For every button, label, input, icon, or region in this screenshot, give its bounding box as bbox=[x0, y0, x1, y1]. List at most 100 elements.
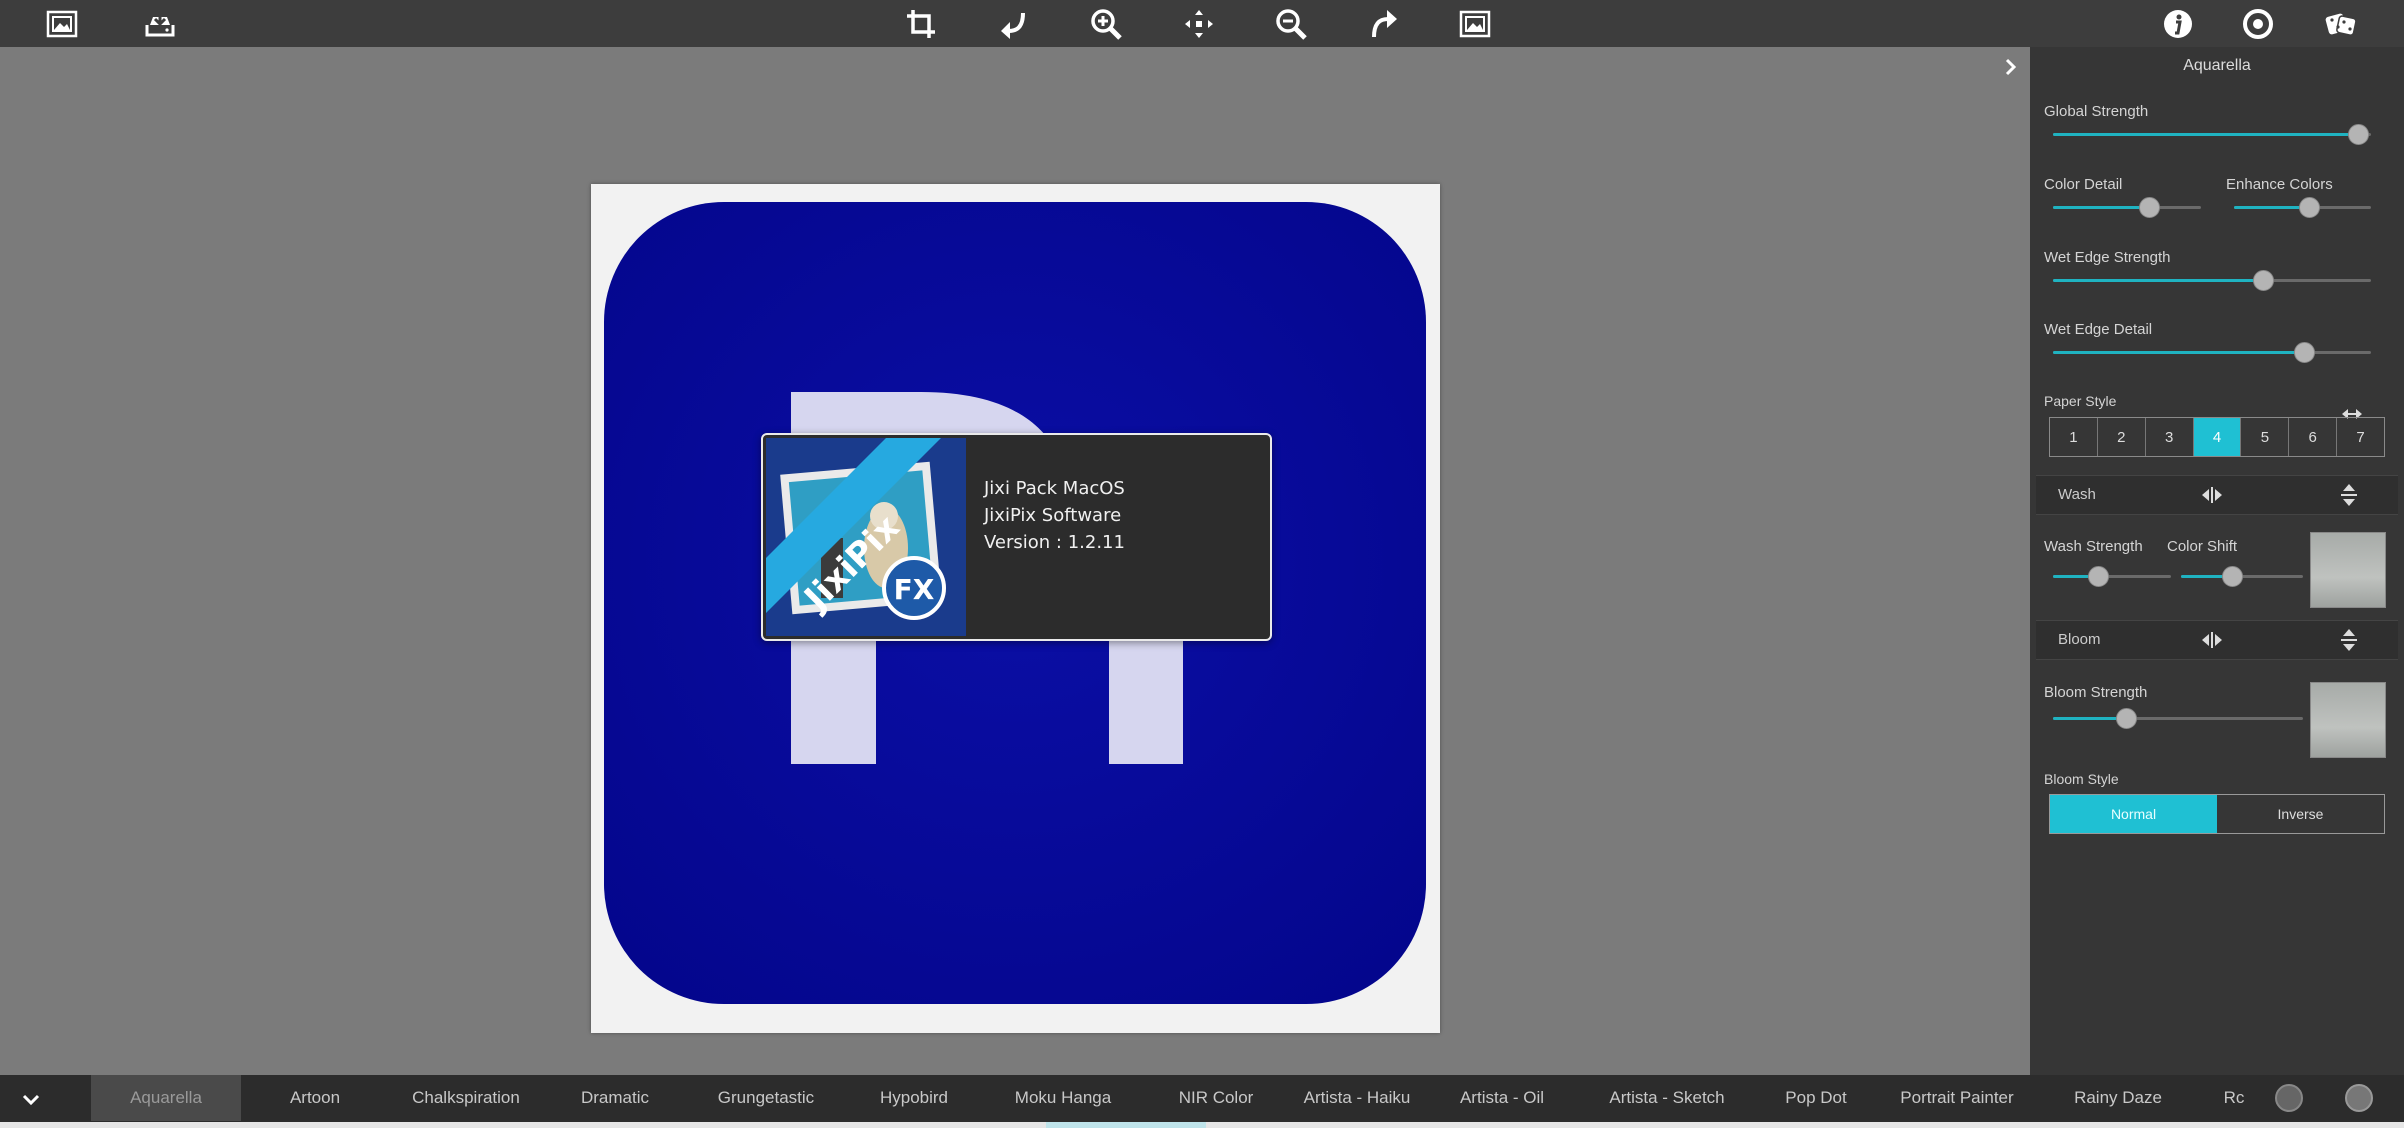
top-toolbar bbox=[0, 0, 2404, 47]
filter-dropdown-button[interactable] bbox=[16, 1085, 46, 1115]
slider-knob[interactable] bbox=[2139, 197, 2161, 218]
bloom-section-header[interactable]: Bloom bbox=[2036, 620, 2398, 660]
bloom-style-option-inverse[interactable]: Inverse bbox=[2217, 795, 2384, 833]
crop-icon bbox=[907, 10, 935, 38]
about-company: JixiPix Software bbox=[984, 505, 1122, 526]
wash-texture-thumbnail[interactable] bbox=[2310, 532, 2386, 608]
flip-horizontal-icon[interactable] bbox=[2201, 485, 2223, 505]
global-strength-label: Global Strength bbox=[2044, 103, 2149, 120]
filter-variant-dot[interactable] bbox=[2345, 1084, 2373, 1112]
zoom-in-icon bbox=[1091, 9, 1122, 40]
paper-style-option[interactable]: 2 bbox=[2098, 418, 2146, 456]
slider-knob[interactable] bbox=[2252, 270, 2274, 291]
bloom-strength-label: Bloom Strength bbox=[2044, 684, 2148, 701]
about-product: Jixi Pack MacOS bbox=[984, 478, 1125, 499]
panel-title: Aquarella bbox=[2183, 57, 2251, 74]
image-canvas[interactable]: JixiPix FX Jixi Pack MacOS JixiPix Softw… bbox=[0, 47, 2030, 1075]
filter-tab[interactable]: Grungetastic bbox=[692, 1075, 840, 1121]
slider-knob[interactable] bbox=[2115, 708, 2137, 729]
filter-tab[interactable]: NIR Color bbox=[1150, 1075, 1282, 1121]
filter-tab[interactable]: Rainy Daze bbox=[2053, 1075, 2183, 1121]
filter-tab[interactable]: Artoon bbox=[262, 1075, 368, 1121]
pan-button[interactable] bbox=[1180, 5, 1218, 43]
fit-image-button[interactable] bbox=[1456, 5, 1494, 43]
flip-vertical-icon[interactable] bbox=[2339, 483, 2359, 507]
filter-tab[interactable]: Artista - Oil bbox=[1441, 1075, 1563, 1121]
random-dice-icon bbox=[2325, 13, 2357, 36]
bloom-style-toggle: Normal Inverse bbox=[2049, 794, 2385, 834]
paper-style-option[interactable]: 5 bbox=[2241, 418, 2290, 456]
paper-style-label: Paper Style bbox=[2044, 393, 2117, 409]
undo-icon bbox=[1001, 12, 1025, 39]
fit-image-icon bbox=[1459, 10, 1491, 38]
open-image-button[interactable] bbox=[43, 5, 81, 43]
wash-strength-slider[interactable] bbox=[2053, 566, 2171, 587]
bloom-label: Bloom bbox=[2058, 631, 2101, 648]
filter-tab[interactable]: Hypobird bbox=[855, 1075, 973, 1121]
save-button[interactable] bbox=[141, 5, 179, 43]
undo-button[interactable] bbox=[995, 5, 1033, 43]
color-detail-label: Color Detail bbox=[2044, 176, 2123, 193]
flip-vertical-icon[interactable] bbox=[2339, 628, 2359, 652]
wash-strength-label: Wash Strength bbox=[2044, 538, 2143, 555]
slider-knob[interactable] bbox=[2294, 342, 2316, 363]
filter-tab[interactable]: Artista - Sketch bbox=[1583, 1075, 1751, 1121]
slider-knob[interactable] bbox=[2348, 124, 2370, 145]
chevron-right-icon bbox=[2005, 58, 2017, 76]
bloom-strength-slider[interactable] bbox=[2053, 708, 2303, 729]
wash-section-header[interactable]: Wash bbox=[2036, 475, 2398, 515]
crop-button[interactable] bbox=[902, 5, 940, 43]
filter-bar: Aquarella Artoon Chalkspiration Dramatic Gru… bbox=[0, 1075, 2404, 1128]
bloom-style-option-normal[interactable]: Normal bbox=[2050, 795, 2217, 833]
filter-variant-dot[interactable] bbox=[2275, 1084, 2303, 1112]
jixipix-logo: JixiPix FX bbox=[763, 438, 966, 636]
paper-style-option[interactable]: 1 bbox=[2050, 418, 2098, 456]
filter-tab[interactable]: Artista - Haiku bbox=[1282, 1075, 1432, 1121]
filter-tab[interactable]: Dramatic bbox=[561, 1075, 669, 1121]
color-shift-label: Color Shift bbox=[2167, 538, 2238, 555]
bloom-style-label: Bloom Style bbox=[2044, 771, 2119, 787]
slider-knob[interactable] bbox=[2222, 566, 2244, 587]
collapse-panel-button[interactable] bbox=[1998, 54, 2024, 80]
paper-style-option[interactable]: 3 bbox=[2146, 418, 2194, 456]
paper-style-option[interactable]: 7 bbox=[2337, 418, 2384, 456]
filter-tab[interactable]: Pop Dot bbox=[1753, 1075, 1879, 1121]
filter-tab[interactable]: Chalkspiration bbox=[394, 1075, 538, 1121]
bloom-texture-thumbnail[interactable] bbox=[2310, 682, 2386, 758]
color-detail-slider[interactable] bbox=[2053, 197, 2201, 218]
open-image-icon bbox=[46, 10, 78, 38]
wet-edge-detail-label: Wet Edge Detail bbox=[2044, 321, 2153, 338]
paper-style-option[interactable]: 4 bbox=[2193, 418, 2242, 456]
filter-tab[interactable]: Aquarella bbox=[91, 1075, 241, 1121]
settings-panel: Aquarella Global Strength Color Detail E… bbox=[2030, 47, 2404, 1075]
info-icon bbox=[2164, 10, 2192, 38]
redo-button[interactable] bbox=[1364, 5, 1402, 43]
global-strength-slider[interactable] bbox=[2053, 124, 2371, 145]
scrollbar-thumb[interactable] bbox=[1046, 1122, 1206, 1128]
redo-icon bbox=[1372, 10, 1397, 38]
wet-edge-detail-slider[interactable] bbox=[2053, 342, 2371, 363]
settings-button[interactable] bbox=[2239, 5, 2277, 43]
zoom-in-button[interactable] bbox=[1087, 5, 1125, 43]
color-shift-slider[interactable] bbox=[2181, 566, 2303, 587]
filter-tab[interactable]: Rc bbox=[2214, 1075, 2254, 1121]
pan-icon bbox=[1185, 10, 1213, 38]
chevron-down-icon bbox=[22, 1094, 40, 1106]
random-button[interactable] bbox=[2322, 5, 2360, 43]
flip-horizontal-icon[interactable] bbox=[2201, 630, 2223, 650]
about-dialog: JixiPix FX Jixi Pack MacOS JixiPix Softw… bbox=[761, 433, 1272, 641]
wet-edge-strength-slider[interactable] bbox=[2053, 270, 2371, 291]
info-button[interactable] bbox=[2159, 5, 2197, 43]
wet-edge-strength-label: Wet Edge Strength bbox=[2044, 249, 2171, 266]
paper-style-option[interactable]: 6 bbox=[2289, 418, 2338, 456]
zoom-out-icon bbox=[1276, 9, 1307, 40]
filter-tab[interactable]: Portrait Painter bbox=[1881, 1075, 2033, 1121]
slider-knob[interactable] bbox=[2087, 566, 2109, 587]
zoom-out-button[interactable] bbox=[1272, 5, 1310, 43]
horizontal-scrollbar[interactable] bbox=[0, 1122, 2404, 1128]
filter-tab[interactable]: Moku Hanga bbox=[985, 1075, 1141, 1121]
enhance-colors-slider[interactable] bbox=[2234, 197, 2371, 218]
paper-style-selector: 1234567 bbox=[2049, 417, 2385, 457]
slider-knob[interactable] bbox=[2299, 197, 2321, 218]
save-icon bbox=[145, 11, 175, 37]
